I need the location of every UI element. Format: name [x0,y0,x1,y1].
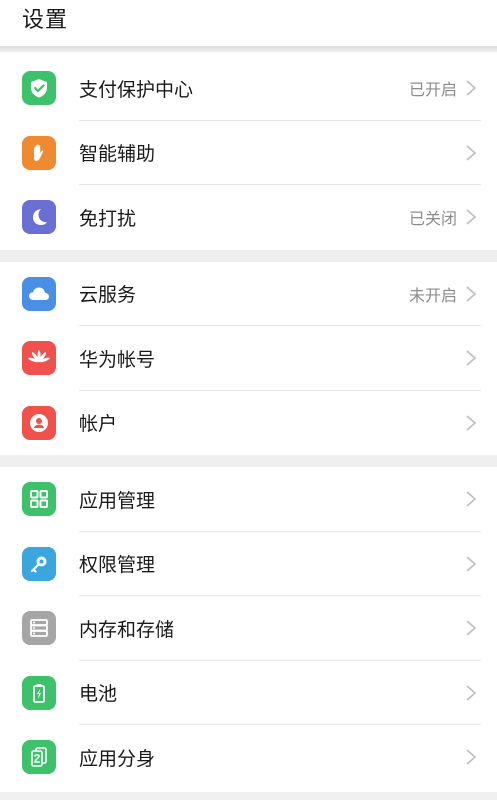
settings-item-label: 智能辅助 [79,143,156,166]
settings-item-label: 帐户 [79,413,118,436]
settings-item-smart-assist[interactable]: 智能辅助 [0,121,497,185]
chevron-right-icon [466,556,477,572]
chevron-right-icon [466,145,477,161]
status-value: 未开启 [408,285,457,305]
settings-item-label: 应用分身 [79,747,156,770]
chevron-right-icon [466,749,477,765]
chevron-right-icon [466,620,477,636]
settings-item-accounts[interactable]: 帐户 [0,391,497,456]
settings-item-label: 云服务 [79,284,137,307]
settings-item-do-not-disturb[interactable]: 免打扰 已关闭 [0,185,497,250]
user-icon [22,405,56,440]
chevron-right-icon [466,491,477,507]
page-title: 设置 [22,8,69,33]
status-value: 已关闭 [408,209,457,229]
settings-group-security: 支付保护中心 已开启 智能辅助 免打扰 已关闭 [0,52,497,250]
settings-item-payment-protection[interactable]: 支付保护中心 已开启 [0,56,497,121]
status-value: 已开启 [408,80,457,100]
battery-icon [22,675,56,710]
list-bottom-edge [0,792,497,800]
settings-item-label: 权限管理 [79,554,156,577]
settings-item-label: 免打扰 [79,207,137,230]
settings-item-label: 应用管理 [79,489,156,512]
settings-item-battery[interactable]: 电池 [0,661,497,725]
settings-item-app-twin[interactable]: 应用分身 [0,725,497,790]
group-separator [0,249,497,262]
moon-icon [22,200,56,235]
header: 设置 [0,0,497,46]
settings-item-label: 内存和存储 [79,618,175,641]
chevron-right-icon [466,350,477,366]
app-grid-icon [22,482,56,517]
settings-group-apps: 应用管理 权限管理 内存和存储 电池 应用分身 [0,467,497,790]
settings-item-huawei-account[interactable]: 华为帐号 [0,326,497,391]
settings-item-label: 华为帐号 [79,348,156,371]
chevron-right-icon [466,286,477,302]
settings-item-permission-management[interactable]: 权限管理 [0,532,497,596]
settings-item-memory-storage[interactable]: 内存和存储 [0,596,497,661]
settings-item-label: 支付保护中心 [79,78,194,101]
app-twin-icon [22,740,56,775]
settings-item-app-management[interactable]: 应用管理 [0,467,497,532]
cloud-icon [22,276,56,311]
group-separator [0,455,497,467]
hand-icon [22,135,56,170]
chevron-right-icon [466,80,477,96]
shield-check-icon [22,71,56,106]
settings-item-label: 电池 [79,683,118,706]
storage-icon [22,611,56,646]
key-icon [22,546,56,581]
chevron-right-icon [466,209,477,225]
settings-group-account: 云服务 未开启 华为帐号 帐户 [0,261,497,456]
huawei-logo-icon [22,341,56,376]
chevron-right-icon [466,415,477,431]
chevron-right-icon [466,685,477,701]
settings-item-cloud-service[interactable]: 云服务 未开启 [0,262,497,326]
